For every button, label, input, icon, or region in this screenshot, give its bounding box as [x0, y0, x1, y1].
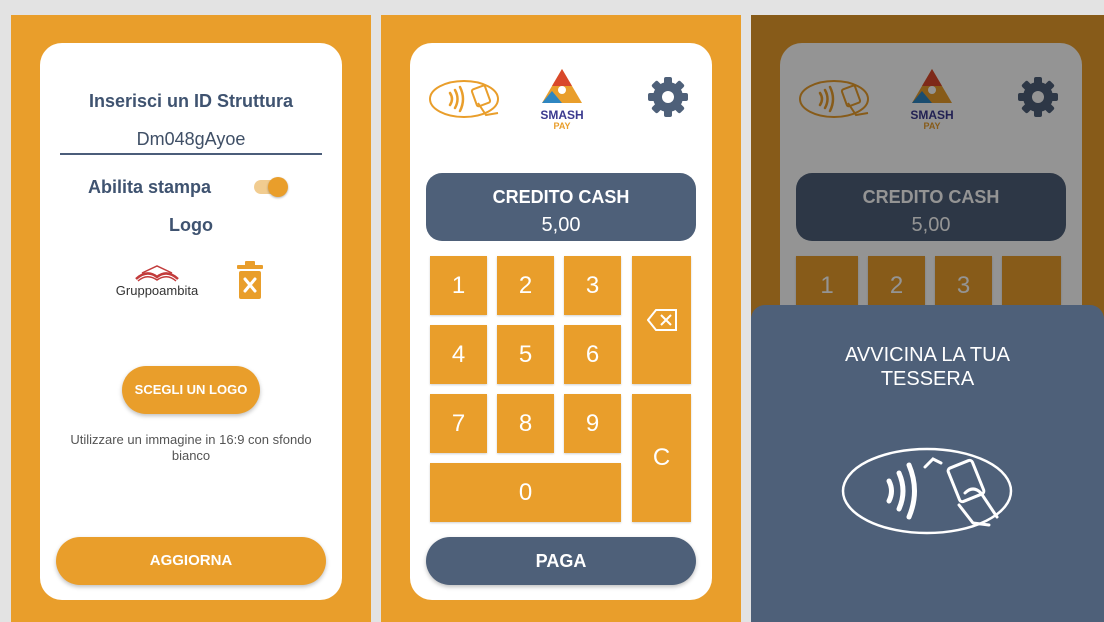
smash-brand-name: SMASH [540, 108, 584, 122]
update-button[interactable]: AGGIORNA [56, 537, 326, 585]
nfc-prompt-screen: SMASH PAY CREDITO CASH 5,00 1 2 3 AVVICI… [751, 15, 1104, 622]
clear-key[interactable]: C [632, 394, 691, 522]
contactless-card-icon [841, 447, 1013, 535]
nfc-prompt-text: AVVICINA LA TUA TESSERA [751, 343, 1104, 391]
key-5[interactable]: 5 [497, 325, 554, 384]
smash-brand-sub: PAY [553, 121, 571, 131]
smash-pay-logo: SMASH PAY [530, 67, 594, 133]
settings-screen: Inserisci un ID Struttura Dm048gAyoe Abi… [11, 15, 371, 622]
nfc-bottom-sheet: AVVICINA LA TUA TESSERA [751, 305, 1104, 622]
pay-button[interactable]: PAGA [426, 537, 696, 585]
print-label: Abilita stampa [88, 177, 212, 197]
pick-logo-button[interactable]: SCEGLI UN LOGO [122, 366, 260, 414]
backspace-key[interactable] [632, 256, 691, 384]
key-8[interactable]: 8 [497, 394, 554, 453]
id-field[interactable]: Dm048gAyoe [60, 129, 322, 155]
key-1[interactable]: 1 [430, 256, 487, 315]
id-title: Inserisci un ID Struttura [88, 91, 294, 111]
credit-value: 5,00 [541, 214, 581, 236]
settings-card: Inserisci un ID Struttura Dm048gAyoe Abi… [40, 43, 342, 600]
delete-icon[interactable] [235, 261, 265, 301]
logo-hint: Utilizzare un immagine in 16:9 con sfond… [70, 432, 312, 463]
nfc-prompt-line-1: AVVICINA LA TUA [845, 344, 1010, 366]
pos-screen: SMASH PAY CREDITO CASH 5,00 1 2 3 4 5 6 … [381, 15, 741, 622]
print-toggle[interactable] [254, 177, 288, 197]
logo-preview: Gruppoambita [102, 263, 212, 303]
backspace-icon [646, 309, 677, 331]
smash-triangle-icon [542, 69, 582, 103]
credit-display: CREDITO CASH 5,00 [426, 173, 696, 241]
key-4[interactable]: 4 [430, 325, 487, 384]
key-3[interactable]: 3 [564, 256, 621, 315]
gear-icon[interactable] [646, 75, 690, 119]
key-7[interactable]: 7 [430, 394, 487, 453]
nfc-badge-icon [429, 80, 499, 118]
logo-brand-text: Gruppoambita [115, 283, 199, 298]
key-2[interactable]: 2 [497, 256, 554, 315]
key-6[interactable]: 6 [564, 325, 621, 384]
pos-card: SMASH PAY CREDITO CASH 5,00 1 2 3 4 5 6 … [410, 43, 712, 600]
credit-label: CREDITO CASH [492, 187, 630, 207]
key-9[interactable]: 9 [564, 394, 621, 453]
nfc-prompt-line-2: TESSERA [880, 368, 975, 390]
logo-title: Logo [169, 215, 213, 235]
key-0[interactable]: 0 [430, 463, 621, 522]
toggle-knob [268, 177, 288, 197]
